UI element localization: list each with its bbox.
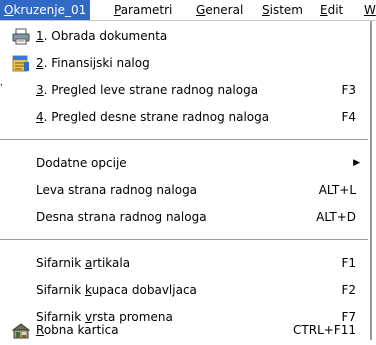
menu-separator	[0, 239, 368, 241]
menu-item-leva-strana[interactable]: Leva strana radnog naloga ALT+L	[0, 177, 368, 204]
shortcut-hint: CTRL+F11	[293, 323, 356, 337]
mnemonic: 1	[36, 29, 44, 43]
shortcut-hint: F2	[341, 283, 356, 297]
label-text: upaca dobavljaca	[91, 283, 197, 297]
menu-okruzenje[interactable]: Okruzenje_01	[0, 0, 91, 20]
label-text: Sifarnik	[36, 283, 85, 297]
menu-okruzenje-label: kruzenje_01	[13, 3, 87, 17]
menu-bar: Okruzenje_01 Parametri General Sistem Ed…	[0, 0, 376, 21]
mnemonic: 4	[36, 110, 44, 124]
menu-sistem-label: istem	[269, 3, 303, 17]
menu-edit-label: dit	[327, 3, 344, 17]
menu-general-mnemonic: G	[196, 3, 206, 17]
menu-item-label: Leva strana radnog naloga	[36, 183, 198, 197]
menu-item-label: 2. Finansijski nalog	[36, 50, 150, 77]
menu-item-label: Sifarnik artikala	[36, 250, 130, 277]
menu-edit-mnemonic: E	[320, 3, 328, 17]
menu-separator	[0, 139, 368, 141]
menu-item-pregled-desne-strane[interactable]: 4. Pregled desne strane radnog naloga F4	[0, 104, 368, 131]
mnemonic: k	[84, 283, 92, 297]
label-text: . Finansijski nalog	[43, 56, 150, 70]
menu-edit[interactable]: Edit	[316, 0, 347, 20]
dropdown-menu: , 1. Obrada dokumenta 2. Finansijski nal…	[0, 21, 372, 340]
mnemonic: R	[36, 323, 44, 337]
menu-sistem-mnemonic: S	[262, 3, 270, 17]
menu-item-label: Sifarnik kupaca dobavljaca	[36, 277, 197, 304]
menu-item-desna-strana[interactable]: Desna strana radnog naloga ALT+D	[0, 204, 368, 231]
menu-item-label: Desna strana radnog naloga	[36, 210, 207, 224]
shortcut-hint: F4	[341, 110, 356, 124]
menu-item-label: Dodatne opcije	[36, 156, 127, 170]
label-text: . Pregled leve strane radnog naloga	[43, 83, 259, 97]
menu-item-obrada-dokumenta[interactable]: 1. Obrada dokumenta	[0, 23, 368, 50]
shortcut-hint: F3	[341, 83, 356, 97]
shortcut-hint: ALT+L	[318, 183, 356, 197]
label-text: rtikala	[92, 256, 131, 270]
menu-item-label: 3. Pregled leve strane radnog naloga	[36, 77, 258, 104]
menu-item-sifarnik-artikala[interactable]: Sifarnik artikala F1	[0, 250, 368, 277]
menu-item-label: Robna kartica	[36, 321, 119, 340]
label-text: . Obrada dokumenta	[43, 29, 168, 43]
menu-parametri-mnemonic: P	[114, 3, 121, 17]
menu-item-label: 1. Obrada dokumenta	[36, 23, 167, 50]
label-text: obna kartica	[43, 323, 119, 337]
menu-item-sifarnik-kupaca[interactable]: Sifarnik kupaca dobavljaca F2	[0, 277, 368, 304]
shortcut-hint: ALT+D	[316, 210, 356, 224]
menu-item-robna-kartica[interactable]: Robna kartica CTRL+F11	[0, 321, 368, 340]
menu-sistem[interactable]: Sistem	[258, 0, 307, 20]
menu-parametri-label: arametri	[120, 3, 173, 17]
mnemonic: 3	[36, 83, 44, 97]
menu-item-pregled-leve-strane[interactable]: 3. Pregled leve strane radnog naloga F3	[0, 77, 368, 104]
label-text: . Pregled desne strane radnog naloga	[43, 110, 270, 124]
menu-w[interactable]: W	[360, 0, 376, 20]
shortcut-hint: F1	[341, 256, 356, 270]
mnemonic: 2	[36, 56, 44, 70]
menu-item-label: 4. Pregled desne strane radnog naloga	[36, 104, 269, 131]
submenu-arrow-icon: ▶	[353, 158, 360, 168]
menu-item-dodatne-opcije[interactable]: Dodatne opcije ▶	[0, 150, 368, 177]
menu-w-mnemonic: W	[364, 3, 376, 17]
menu-general-label: eneral	[205, 3, 244, 17]
menu-general[interactable]: General	[192, 0, 247, 20]
printer-icon	[12, 28, 30, 45]
warehouse-icon	[11, 322, 31, 339]
menu-item-finansijski-nalog[interactable]: 2. Finansijski nalog	[0, 50, 368, 77]
menu-parametri[interactable]: Parametri	[110, 0, 176, 20]
label-text: Sifarnik	[36, 256, 85, 270]
ledger-icon	[12, 55, 30, 72]
